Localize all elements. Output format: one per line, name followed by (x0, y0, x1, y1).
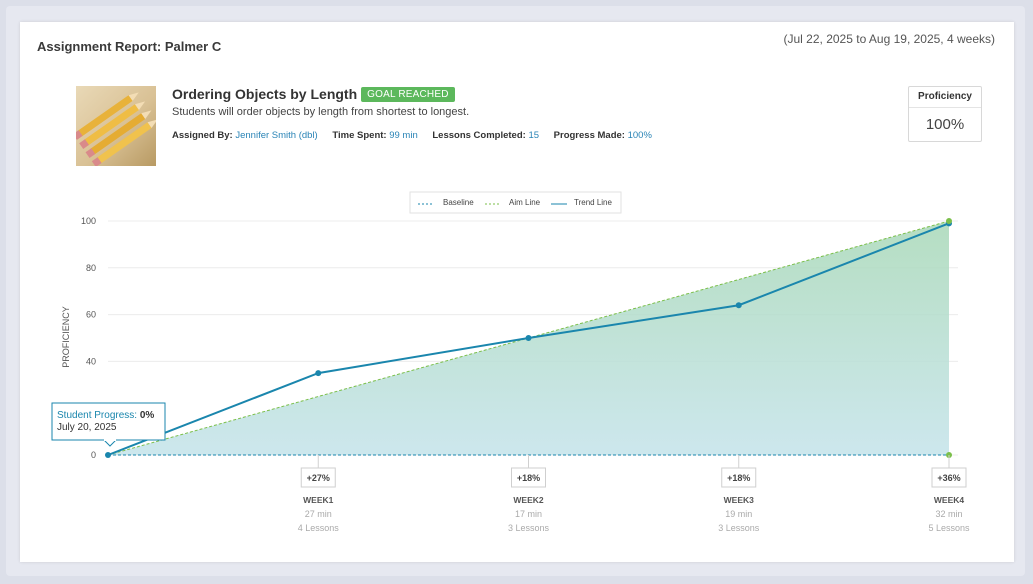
y-tick-label: 80 (86, 263, 96, 273)
week-lessons: 5 Lessons (928, 523, 970, 533)
week-minutes: 27 min (305, 509, 332, 519)
week-lessons: 4 Lessons (298, 523, 340, 533)
trend-point[interactable] (525, 335, 532, 341)
week-change: +36% (937, 473, 960, 483)
y-tick-label: 60 (86, 310, 96, 320)
svg-text:Student Progress: 0%: Student Progress: 0% (57, 410, 154, 421)
week-label: WEEK2 (513, 495, 544, 505)
week-label: WEEK4 (934, 495, 965, 505)
aim-end-point (946, 218, 952, 224)
week-change: +18% (517, 473, 540, 483)
student-progress-tooltip: Student Progress: 0% July 20, 2025 (51, 402, 166, 447)
trend-point[interactable] (735, 302, 742, 309)
week-label: WEEK1 (303, 495, 334, 505)
week-minutes: 17 min (515, 509, 542, 519)
y-tick-label: 40 (86, 356, 96, 366)
week-minutes: 19 min (725, 509, 752, 519)
week-change: +18% (727, 473, 750, 483)
tooltip-date: July 20, 2025 (57, 422, 117, 433)
tooltip-label: Student Progress: (57, 410, 137, 421)
week-label: WEEK3 (724, 495, 755, 505)
chart-legend: Baseline Aim Line Trend Line (409, 191, 622, 214)
tooltip-value: 0% (140, 410, 155, 421)
y-axis-label: PROFICIENCY (61, 306, 71, 368)
week-change: +27% (307, 473, 330, 483)
week-lessons: 3 Lessons (718, 523, 760, 533)
y-tick-label: 0 (91, 450, 96, 460)
week-minutes: 32 min (935, 509, 962, 519)
trend-point[interactable] (105, 452, 111, 458)
legend-aim: Aim Line (509, 198, 541, 207)
y-tick-label: 100 (81, 216, 96, 226)
week-lessons: 3 Lessons (508, 523, 550, 533)
trend-point[interactable] (315, 370, 322, 377)
legend-trend: Trend Line (574, 198, 613, 207)
proficiency-chart: 0 40 60 80 100 PROFICIENCY Baseline Aim Line… (51, 191, 970, 533)
legend-baseline: Baseline (443, 198, 474, 207)
